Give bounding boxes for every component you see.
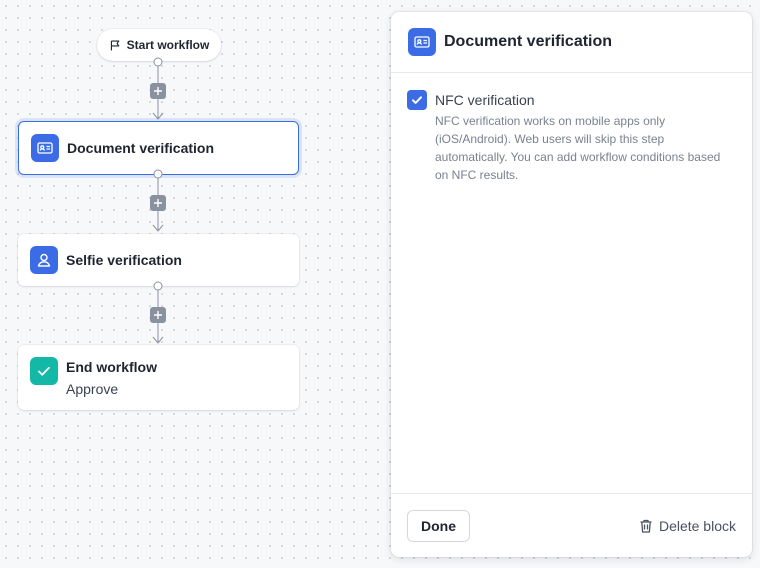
nfc-option: NFC verification NFC verification works … <box>391 73 752 184</box>
start-workflow-pill[interactable]: Start workflow <box>97 29 221 61</box>
plus-icon <box>154 311 162 319</box>
node-selfie-verification[interactable]: Selfie verification <box>18 234 299 286</box>
plus-icon <box>154 87 162 95</box>
add-step-button[interactable] <box>150 307 166 323</box>
plus-icon <box>154 199 162 207</box>
user-icon <box>30 246 58 274</box>
node-title: End workflow <box>66 359 157 375</box>
done-button[interactable]: Done <box>407 509 470 542</box>
add-step-button[interactable] <box>150 195 166 211</box>
id-card-icon <box>31 134 59 162</box>
id-card-icon <box>408 28 436 56</box>
block-settings-panel: Document verification NFC verification N… <box>391 12 752 557</box>
add-step-button[interactable] <box>150 83 166 99</box>
nfc-description: NFC verification works on mobile apps on… <box>435 114 721 182</box>
panel-header: Document verification <box>391 12 752 73</box>
delete-block-button[interactable]: Delete block <box>638 518 736 534</box>
node-title: Document verification <box>67 140 215 156</box>
node-document-verification[interactable]: Document verification <box>18 121 299 175</box>
checkmark-icon <box>412 96 422 104</box>
delete-block-label: Delete block <box>658 517 736 534</box>
node-end-workflow[interactable]: End workflow Approve <box>18 345 299 410</box>
panel-footer: Done Delete block <box>391 493 752 557</box>
nfc-checkbox[interactable] <box>407 90 427 110</box>
node-subtitle: Approve <box>66 381 119 397</box>
trash-icon <box>640 519 652 533</box>
check-icon <box>30 357 58 385</box>
flag-icon <box>110 39 119 50</box>
panel-title: Document verification <box>444 33 613 50</box>
node-title: Selfie verification <box>66 252 182 268</box>
start-workflow-label: Start workflow <box>126 38 210 52</box>
nfc-label[interactable]: NFC verification <box>435 90 735 110</box>
